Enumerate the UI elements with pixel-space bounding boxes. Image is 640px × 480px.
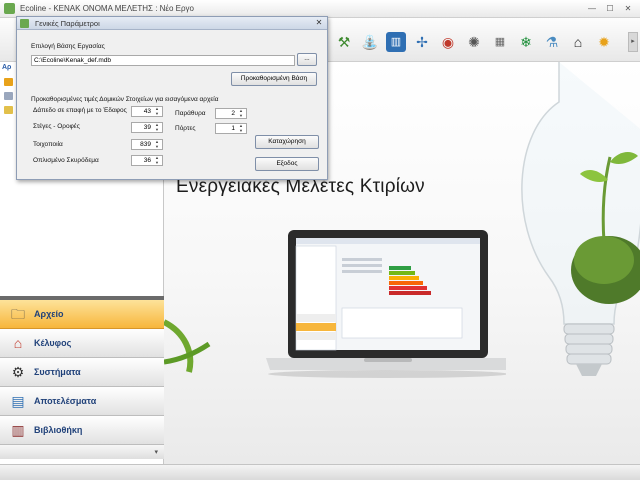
snowflake-icon[interactable]: ❄ (516, 32, 536, 52)
spin-arrows-icon[interactable]: ▲ ▼ (153, 106, 161, 116)
door-label: Πόρτες (175, 125, 196, 132)
nav-label: Αποτελέσματα (34, 396, 97, 406)
house-icon: ⌂ (13, 335, 23, 351)
spin-arrows-icon[interactable]: ▲ ▼ (153, 139, 161, 149)
tree-item-icon[interactable] (4, 106, 13, 114)
masonry-label: Τοιχοποιία (33, 141, 63, 148)
nav-library[interactable]: ▥ Βιβλιοθήκη (0, 416, 164, 445)
left-panel-tab[interactable]: Αρ (2, 64, 16, 74)
minimize-button[interactable]: — (584, 2, 600, 15)
door-stepper[interactable]: 1 ▲ ▼ (215, 123, 247, 134)
gauge-icon[interactable]: ◉ (438, 32, 458, 52)
spin-arrows-icon[interactable]: ▲ ▼ (237, 108, 245, 118)
nav-systems[interactable]: ⚙ Συστήματα (0, 358, 164, 387)
pipe-icon[interactable]: ⚗ (542, 32, 562, 52)
nav-buttons: 🗀 Αρχείο ⌂ Κέλυφος ⚙ Συστήματα ▤ Αποτελέ… (0, 300, 164, 459)
concrete-value: 36 (143, 157, 151, 164)
nav-envelope[interactable]: ⌂ Κέλυφος (0, 329, 164, 358)
window-label: Παράθυρα (175, 110, 206, 117)
hammer-plant-icon[interactable]: ⚒ (334, 32, 354, 52)
window-value: 2 (231, 110, 235, 117)
systems-icon: ⚙ (11, 364, 25, 380)
window-icon[interactable]: ▥ (386, 32, 406, 52)
report-icon: ▤ (11, 393, 25, 409)
window-stepper[interactable]: 2 ▲ ▼ (215, 108, 247, 119)
spin-arrows-icon[interactable]: ▲ ▼ (153, 155, 161, 165)
maximize-button[interactable]: ☐ (602, 2, 618, 15)
browse-button[interactable]: ... (297, 53, 317, 66)
nav-label: Βιβλιοθήκη (34, 425, 83, 435)
lightbulb-illustration (521, 62, 640, 376)
dialog-close-button[interactable]: ✕ (313, 18, 325, 28)
roof-value: 39 (143, 124, 151, 131)
laptop-illustration (266, 230, 506, 378)
wind-turbine-icon[interactable]: ✢ (412, 32, 432, 52)
spin-arrows-icon[interactable]: ▲ ▼ (153, 122, 161, 132)
lightbulb-icon[interactable]: ✹ (594, 32, 614, 52)
nav-label: Κέλυφος (34, 338, 72, 348)
vine-illustration (164, 319, 211, 373)
nav-results[interactable]: ▤ Αποτελέσματα (0, 387, 164, 416)
chevron-down-icon[interactable]: ▾ (154, 448, 158, 456)
books-icon: ▥ (11, 422, 25, 438)
database-path-field[interactable]: C:\Ecoline\Kenak_def.mdb (31, 55, 295, 66)
floor-label: Δάπεδο σε επαφή με το Έδαφος (33, 107, 127, 114)
close-button[interactable]: ✕ (620, 2, 636, 15)
nav-file[interactable]: 🗀 Αρχείο (0, 300, 164, 329)
door-value: 1 (231, 125, 235, 132)
section-label: Προκαθορισμένες τιμές Δομικών Στοιχείων … (31, 96, 219, 103)
floor-value: 43 (143, 108, 151, 115)
roof-label: Στέγες - Οροφές (33, 123, 80, 130)
tree-item-icon[interactable] (4, 78, 13, 86)
ribbon-scroll-arrow[interactable]: ▸ (628, 32, 638, 52)
radiator-icon[interactable]: ▦ (490, 32, 510, 52)
app-logo-icon (4, 3, 15, 14)
roof-icon[interactable]: ⌂ (568, 32, 588, 52)
nav-footer: ▾ (0, 445, 164, 459)
app-title: Ecoline - KENAK ΟΝΟΜΑ ΜΕΛΕΤΗΣ : Νέο Εργο (20, 4, 195, 13)
database-label: Επιλογή Βάσης Εργασίας (31, 43, 105, 50)
folder-icon: 🗀 (11, 306, 25, 322)
spin-arrows-icon[interactable]: ▲ ▼ (237, 123, 245, 133)
general-parameters-dialog: Γενικές Παράμετροι ✕ Επιλογή Βάσης Εργασ… (16, 16, 328, 180)
masonry-value: 839 (140, 141, 151, 148)
dialog-app-icon (20, 19, 29, 28)
concrete-label: Οπλισμένο Σκυρόδεμα (33, 157, 99, 164)
tree-item-icon[interactable] (4, 92, 13, 100)
nav-label: Αρχείο (34, 309, 64, 319)
compass-icon[interactable]: ✺ (464, 32, 484, 52)
nav-label: Συστήματα (34, 367, 81, 377)
masonry-stepper[interactable]: 839 ▲ ▼ (131, 139, 163, 150)
dialog-title-bar: Γενικές Παράμετροι ✕ (17, 17, 327, 30)
floor-stepper[interactable]: 43 ▲ ▼ (131, 106, 163, 117)
faucet-icon[interactable]: ⛲ (360, 32, 380, 52)
status-bar (0, 464, 640, 480)
save-button[interactable]: Καταχώρηση (255, 135, 319, 149)
concrete-stepper[interactable]: 36 ▲ ▼ (131, 155, 163, 166)
dialog-title: Γενικές Παράμετροι (35, 19, 100, 28)
exit-button[interactable]: Εξοδος (255, 157, 319, 171)
default-database-button[interactable]: Προκαθορισμένη Βάση (231, 72, 317, 86)
roof-stepper[interactable]: 39 ▲ ▼ (131, 122, 163, 133)
